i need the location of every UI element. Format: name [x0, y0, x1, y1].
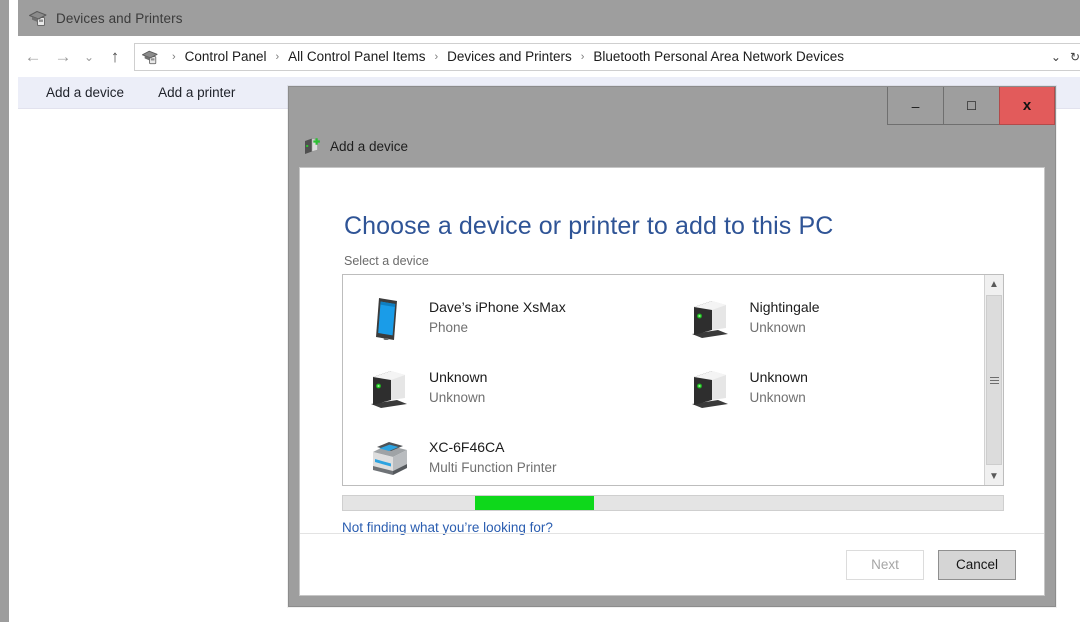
- maximize-button[interactable]: ☐: [943, 87, 999, 125]
- device-type: Unknown: [749, 390, 806, 406]
- dialog-title-bar: – ☐ x: [289, 87, 1055, 132]
- address-bar-row: ← → ⌄ ↑ › Control Panel › All Control Pa…: [18, 36, 1080, 77]
- back-arrow-icon[interactable]: ←: [18, 42, 48, 72]
- device-type: Phone: [429, 320, 469, 336]
- progress-chunk: [475, 496, 594, 510]
- cancel-button[interactable]: Cancel: [938, 549, 1016, 580]
- minimize-button[interactable]: –: [887, 87, 943, 125]
- next-button[interactable]: Next: [846, 549, 924, 580]
- list-item[interactable]: Dave’s iPhone XsMax Phone: [343, 283, 664, 353]
- breadcrumb-item-devices-and-printers[interactable]: Devices and Printers: [445, 49, 574, 64]
- device-name: Dave’s iPhone XsMax: [429, 299, 566, 316]
- list-item[interactable]: XC-6F46CA Multi Function Printer: [343, 423, 664, 485]
- address-chevron-down-icon[interactable]: ⌄: [1051, 50, 1061, 64]
- computer-icon: [682, 360, 738, 416]
- scroll-up-chevron-up-icon[interactable]: ▲: [985, 275, 1003, 293]
- list-item[interactable]: Unknown Unknown: [343, 353, 664, 423]
- breadcrumb-item-control-panel[interactable]: Control Panel: [183, 49, 269, 64]
- list-item[interactable]: Nightingale Unknown: [664, 283, 985, 353]
- dialog-content: Choose a device or printer to add to thi…: [299, 167, 1045, 596]
- list-item-text: XC-6F46CA Multi Function Printer: [429, 438, 557, 477]
- device-type: Unknown: [749, 320, 806, 336]
- scrollbar-grip: [989, 375, 999, 386]
- printer-icon: [361, 430, 417, 485]
- breadcrumb-separator: ›: [434, 50, 439, 63]
- forward-arrow-icon[interactable]: →: [48, 42, 78, 72]
- add-a-printer-button[interactable]: Add a printer: [146, 81, 247, 104]
- device-type: Unknown: [429, 390, 486, 406]
- list-item-text: Nightingale Unknown: [750, 298, 820, 337]
- scrollbar-thumb[interactable]: [986, 295, 1002, 465]
- device-name: XC-6F46CA: [429, 439, 505, 456]
- add-device-icon: [303, 136, 321, 156]
- device-type: Multi Function Printer: [429, 460, 557, 476]
- computer-icon: [361, 360, 417, 416]
- breadcrumb-separator: ›: [275, 50, 280, 63]
- list-item-text: Dave’s iPhone XsMax Phone: [429, 298, 566, 337]
- device-name: Nightingale: [749, 299, 820, 316]
- breadcrumb-item-bluetooth-personal-area-network-devices[interactable]: Bluetooth Personal Area Network Devices: [591, 49, 846, 64]
- address-bar-actions: ⌄ ↻: [1051, 50, 1080, 64]
- device-list[interactable]: Dave’s iPhone XsMax Phone Nightingale Un…: [342, 274, 1004, 486]
- refresh-icon[interactable]: ↻: [1070, 50, 1080, 64]
- window-title-bar: Devices and Printers: [18, 0, 1080, 36]
- device-list-area: Dave’s iPhone XsMax Phone Nightingale Un…: [343, 275, 984, 485]
- computer-icon: [682, 290, 738, 346]
- page-title: Choose a device or printer to add to thi…: [344, 212, 834, 240]
- list-item[interactable]: Unknown Unknown: [664, 353, 985, 423]
- search-progress-bar: [342, 495, 1004, 511]
- dialog-app-title: Add a device: [330, 138, 409, 154]
- device-grid: Dave’s iPhone XsMax Phone Nightingale Un…: [343, 283, 984, 485]
- dialog-footer: Next Cancel: [300, 533, 1044, 595]
- add-a-device-button[interactable]: Add a device: [34, 81, 136, 104]
- devices-and-printers-icon: [28, 9, 48, 27]
- breadcrumb-separator: ›: [172, 50, 176, 63]
- page-subtitle: Select a device: [344, 254, 429, 268]
- device-name: Unknown: [749, 369, 808, 386]
- dialog-app-header: Add a device: [303, 132, 408, 160]
- close-button[interactable]: x: [999, 87, 1055, 125]
- list-item-text: Unknown Unknown: [750, 368, 808, 407]
- breadcrumb-separator: ›: [580, 50, 585, 63]
- scrollbar-track[interactable]: [985, 293, 1003, 467]
- list-item-text: Unknown Unknown: [429, 368, 487, 407]
- up-arrow-icon[interactable]: ↑: [100, 42, 130, 72]
- window-title: Devices and Printers: [56, 10, 183, 26]
- vertical-scrollbar[interactable]: ▲ ▼: [984, 275, 1003, 485]
- breadcrumb[interactable]: › Control Panel › All Control Panel Item…: [134, 42, 1080, 71]
- device-name: Unknown: [429, 369, 488, 386]
- add-a-device-dialog: – ☐ x Add a device Choose a device or pr…: [288, 86, 1056, 607]
- phone-icon: [361, 290, 417, 346]
- address-devices-and-printers-icon: [141, 49, 159, 65]
- recent-locations-chevron-down-icon[interactable]: ⌄: [78, 42, 100, 72]
- screen: Devices and Printers ← → ⌄ ↑ › Control P…: [0, 0, 1080, 622]
- breadcrumb-item-all-control-panel-items[interactable]: All Control Panel Items: [286, 49, 427, 64]
- scroll-down-chevron-down-icon[interactable]: ▼: [985, 467, 1003, 485]
